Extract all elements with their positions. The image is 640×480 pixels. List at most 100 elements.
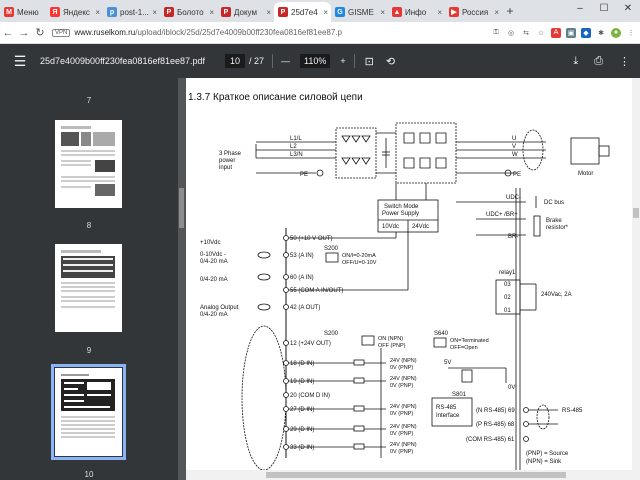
bookmark-star-icon[interactable]: ☆ (536, 28, 546, 38)
tab-title: Яндекс (63, 7, 90, 17)
phase-input-label: 3 Phase (219, 151, 242, 157)
rs485-label: RS-485 (562, 408, 583, 414)
legend-npn: (NPN) = Sink (526, 459, 562, 465)
input-resistor (353, 425, 365, 432)
npn-33: 24V (NPN) (390, 442, 417, 448)
tab-close-icon[interactable]: × (437, 8, 442, 17)
browser-tab[interactable]: М Меню (0, 2, 46, 22)
terminal-18 (283, 360, 289, 366)
tab-close-icon[interactable]: × (209, 8, 214, 17)
terminal-29 (283, 426, 289, 432)
camera-icon[interactable]: ◎ (506, 28, 516, 38)
reload-icon[interactable]: ↻ (32, 26, 48, 39)
npn-27: 24V (NPN) (390, 404, 417, 410)
l1-label: L1/L (290, 136, 302, 142)
page-scroll-thumb[interactable] (633, 208, 639, 218)
back-icon[interactable]: ← (0, 27, 16, 39)
print-icon[interactable]: ⎙ (594, 55, 603, 68)
relay-label: relay1 (499, 270, 516, 276)
extension-icon-2[interactable]: ◆ (581, 27, 591, 38)
page-number-input[interactable]: 10 (225, 54, 245, 68)
tab-close-icon[interactable]: × (152, 8, 157, 17)
tab-close-icon[interactable]: × (380, 8, 385, 17)
rotate-icon[interactable]: ⟲ (386, 55, 395, 68)
tab-title: Россия (462, 7, 489, 17)
t42-label: 42 (A OUT) (290, 305, 320, 311)
extension-icon[interactable]: ▣ (566, 27, 576, 38)
terminal-61 (523, 436, 529, 442)
more-options-icon[interactable]: ⋮ (619, 55, 630, 68)
aout-label: Analog Output (200, 305, 239, 311)
terminal-69 (523, 407, 529, 413)
horizontal-scroll-thumb[interactable] (266, 472, 566, 478)
page-scrollbar[interactable] (632, 78, 640, 480)
thumb-number: 8 (86, 221, 92, 230)
s200-on: ON/I=0-20mA (342, 253, 376, 259)
browser-tab[interactable]: P Болото × (160, 2, 217, 22)
thumb-content-9 (61, 250, 115, 308)
browser-tab[interactable]: Я Яндекс × (46, 2, 103, 22)
tab-title: Меню (17, 7, 39, 17)
t69-label: (N RS-485) 69 (476, 408, 515, 414)
puzzle-icon[interactable]: ✱ (596, 28, 606, 38)
smps-label: Switch Mode (384, 204, 419, 210)
udc-minus-label: UDC- (506, 195, 521, 201)
tab-close-icon[interactable]: × (95, 8, 100, 17)
forward-icon[interactable]: → (16, 27, 32, 39)
browser-tab[interactable]: ▶ Россия × (445, 2, 502, 22)
tab-close-icon[interactable]: × (266, 8, 271, 17)
s640-label: S640 (434, 331, 449, 337)
zoom-out-button[interactable]: — (281, 56, 290, 66)
browser-tab[interactable]: ▲ Инфо × (388, 2, 445, 22)
thumb-content-10 (61, 374, 115, 438)
adblock-icon[interactable]: A (551, 27, 561, 38)
new-tab-button[interactable]: + (502, 4, 518, 18)
ain1-label-2: 0/4-20 mA (200, 259, 228, 265)
sidebar-menu-icon[interactable]: ☰ (0, 53, 40, 70)
udc-plus-label: UDC+ /BR+ (486, 212, 518, 218)
s640-switch (433, 337, 447, 348)
t50-label: 50 (+10 V OUT) (290, 236, 333, 242)
u-label: U (512, 136, 516, 142)
browser-tab[interactable]: G GISME × (331, 2, 388, 22)
browser-tab[interactable]: P Докум × (217, 2, 274, 22)
thumbnail-page-10[interactable] (55, 368, 122, 456)
minimize-button[interactable]: – (568, 0, 592, 20)
s200-off: OFF/U=0-10V (342, 260, 377, 266)
maximize-button[interactable]: ☐ (592, 0, 616, 20)
right-tools: ⤓ ⎙ ⋮ (573, 55, 630, 68)
diode-symbols (341, 135, 371, 165)
input-resistor (353, 359, 365, 366)
tab-close-icon[interactable]: × (323, 8, 328, 17)
browser-tab[interactable]: P 25d7e4 × (274, 2, 331, 22)
zoom-in-button[interactable]: + (340, 56, 345, 66)
vpn-badge[interactable]: VPN (52, 28, 71, 37)
s640-off: OFF=Open (450, 345, 478, 351)
tab-favicon-icon: ▶ (449, 7, 459, 17)
fit-page-icon[interactable]: ⊡ (365, 55, 374, 68)
sidebar-scrollbar[interactable] (178, 78, 186, 480)
phase-input-label-2: power (219, 158, 235, 164)
avatar[interactable]: ● (611, 27, 621, 38)
sidebar-scroll-thumb[interactable] (179, 188, 184, 228)
translate-icon[interactable]: ⇆ (521, 28, 531, 38)
motor-label: Motor (578, 171, 593, 177)
horizontal-scrollbar[interactable] (186, 470, 632, 480)
pnp-33: 0V (PNP) (390, 449, 413, 455)
tab-title: Болото (177, 7, 204, 17)
zoom-input[interactable]: 110% (300, 54, 331, 68)
browser-tab[interactable]: p post-1... × (103, 2, 160, 22)
thumbnail-page-8[interactable] (55, 120, 122, 208)
download-icon[interactable]: ⤓ (573, 55, 578, 68)
key-icon[interactable]: ⚿ (491, 28, 501, 38)
thumb-number: 10 (84, 470, 94, 479)
close-window-button[interactable]: ✕ (616, 0, 640, 20)
url-field[interactable]: www.ruselkom.ru/upload/iblock/25d/25d7e4… (74, 28, 374, 37)
tab-close-icon[interactable]: × (494, 8, 499, 17)
v5-label: 5V (444, 360, 451, 366)
v0-label: 0V (508, 385, 515, 391)
thumb-number: 7 (86, 96, 92, 105)
relay-01: 01 (504, 308, 511, 314)
menu-dots-icon[interactable]: ⋮ (626, 28, 636, 38)
thumbnail-page-9[interactable] (55, 244, 122, 332)
